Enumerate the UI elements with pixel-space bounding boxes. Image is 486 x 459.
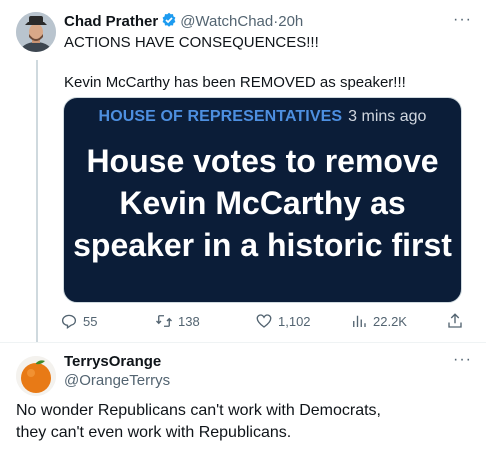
reply-header: TerrysOrange [64,352,161,372]
retweet-button[interactable]: 138 [155,312,200,330]
divider [0,342,486,343]
card-headline: House votes to remove Kevin McCarthy as … [73,143,452,263]
reply-text-line-2: they can't even work with Republicans. [16,424,292,441]
like-button[interactable]: 1,102 [255,312,311,330]
views-icon [353,315,366,327]
reply-count: 55 [83,313,98,329]
author-name[interactable]: Chad Prather [64,13,158,30]
retweet-count: 138 [178,313,200,329]
verified-badge-icon [161,12,177,28]
more-icon[interactable]: ··· [453,12,472,28]
tweet-text-line-1: ACTIONS HAVE CONSEQUENCES!!! [64,34,319,51]
views-button[interactable]: 22.2K [350,312,407,330]
reply-icon [61,314,77,330]
tweet-time[interactable]: 20h [278,13,303,30]
reply-text: No wonder Republicans can't work with De… [16,400,381,444]
news-card-image[interactable]: HOUSE OF REPRESENTATIVES 3 mins ago House… [63,97,462,303]
tweet-text-line-2: Kevin McCarthy has been REMOVED as speak… [64,74,406,91]
avatar-terrys-orange[interactable] [16,356,56,396]
more-icon[interactable]: ··· [453,352,472,368]
retweet-icon [156,315,172,327]
reply-text-line-1: No wonder Republicans can't work with De… [16,402,381,419]
card-time: 3 mins ago [348,108,427,125]
thread-connector-line [36,60,38,342]
like-icon [256,314,272,328]
author-handle[interactable]: @WatchChad [180,13,273,30]
avatar-chad-prather[interactable] [16,12,56,52]
card-section: HOUSE OF REPRESENTATIVES [98,108,343,125]
reply-author-handle[interactable]: @OrangeTerrys [64,371,170,391]
reply-author-name[interactable]: TerrysOrange [64,353,161,370]
card-meta: HOUSE OF REPRESENTATIVES 3 mins ago [64,108,461,126]
reply-button[interactable]: 55 [60,312,97,330]
tweet-header: Chad Prather @WatchChad·20h [64,12,303,32]
share-icon [448,313,462,328]
share-button[interactable] [446,312,464,330]
like-count: 1,102 [278,313,311,329]
tweet-actions: 55 138 1,102 22.2K [60,312,470,336]
views-count: 22.2K [373,313,407,329]
